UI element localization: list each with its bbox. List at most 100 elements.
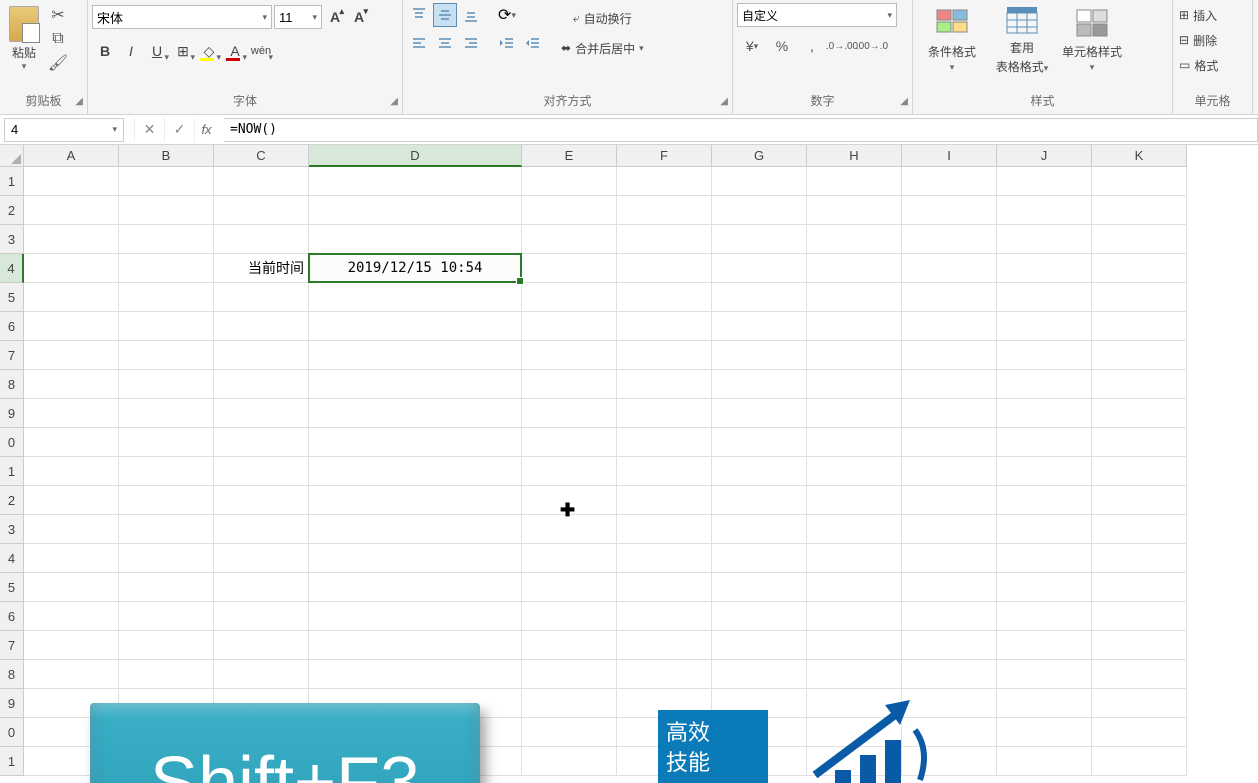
cell[interactable]	[522, 573, 617, 602]
cell[interactable]	[997, 225, 1092, 254]
cell[interactable]	[807, 196, 902, 225]
cell[interactable]	[1092, 602, 1187, 631]
row-header[interactable]: 8	[0, 660, 24, 689]
cell[interactable]	[712, 515, 807, 544]
cell[interactable]	[807, 370, 902, 399]
cell[interactable]	[997, 602, 1092, 631]
cell[interactable]	[807, 167, 902, 196]
cell[interactable]	[522, 689, 617, 718]
row-headers[interactable]: 123456789012345678901	[0, 167, 24, 776]
cell[interactable]	[712, 573, 807, 602]
cell[interactable]	[617, 399, 712, 428]
row-header[interactable]: 0	[0, 428, 24, 457]
font-name-combo[interactable]: 宋体▾	[92, 5, 272, 29]
cell[interactable]	[712, 457, 807, 486]
cell[interactable]	[997, 573, 1092, 602]
cell[interactable]	[617, 515, 712, 544]
cell[interactable]	[522, 225, 617, 254]
cell[interactable]	[24, 399, 119, 428]
cell[interactable]	[309, 573, 522, 602]
cell[interactable]	[522, 428, 617, 457]
align-top-button[interactable]	[407, 3, 431, 27]
align-left-button[interactable]	[407, 31, 431, 55]
cell[interactable]	[617, 602, 712, 631]
cell[interactable]	[309, 428, 522, 457]
cell[interactable]	[214, 631, 309, 660]
cell[interactable]	[1092, 399, 1187, 428]
cell[interactable]	[119, 486, 214, 515]
cell[interactable]	[24, 225, 119, 254]
cell[interactable]	[902, 573, 997, 602]
column-header[interactable]: K	[1092, 145, 1187, 167]
cell[interactable]	[997, 544, 1092, 573]
increase-indent-button[interactable]	[521, 31, 545, 55]
cell[interactable]	[522, 747, 617, 776]
cell[interactable]	[214, 167, 309, 196]
percent-button[interactable]: %	[767, 33, 797, 59]
cell[interactable]	[309, 370, 522, 399]
font-color-button[interactable]: A▾	[222, 38, 248, 64]
cell[interactable]	[617, 341, 712, 370]
cell[interactable]	[617, 312, 712, 341]
cell[interactable]	[309, 544, 522, 573]
cell[interactable]	[997, 312, 1092, 341]
cell[interactable]	[1092, 544, 1187, 573]
cell[interactable]	[522, 660, 617, 689]
cell[interactable]	[522, 254, 617, 283]
cell[interactable]	[902, 544, 997, 573]
cell[interactable]	[997, 254, 1092, 283]
cell[interactable]	[902, 660, 997, 689]
cell[interactable]	[997, 747, 1092, 776]
cell[interactable]	[1092, 718, 1187, 747]
cell[interactable]	[119, 312, 214, 341]
cell[interactable]	[997, 689, 1092, 718]
cell[interactable]	[522, 457, 617, 486]
cell[interactable]	[119, 196, 214, 225]
cell[interactable]	[617, 196, 712, 225]
cell[interactable]	[24, 370, 119, 399]
column-header[interactable]: E	[522, 145, 617, 167]
cell[interactable]	[902, 631, 997, 660]
cell[interactable]	[119, 167, 214, 196]
table-format-button[interactable]: 套用 表格格式▾	[987, 3, 1057, 75]
cell[interactable]	[902, 428, 997, 457]
cell[interactable]	[24, 167, 119, 196]
cell[interactable]	[997, 167, 1092, 196]
cell[interactable]	[119, 631, 214, 660]
cell[interactable]	[1092, 631, 1187, 660]
row-header[interactable]: 1	[0, 457, 24, 486]
cell[interactable]	[119, 573, 214, 602]
cell[interactable]	[522, 312, 617, 341]
cell[interactable]	[522, 283, 617, 312]
cell[interactable]	[309, 312, 522, 341]
align-right-button[interactable]	[459, 31, 483, 55]
decrease-indent-button[interactable]	[495, 31, 519, 55]
row-header[interactable]: 0	[0, 718, 24, 747]
row-header[interactable]: 2	[0, 196, 24, 225]
cell[interactable]	[214, 225, 309, 254]
name-box[interactable]: 4▾	[4, 118, 124, 142]
row-header[interactable]: 9	[0, 399, 24, 428]
cell[interactable]	[522, 544, 617, 573]
cell[interactable]	[522, 399, 617, 428]
cell[interactable]	[214, 428, 309, 457]
cell[interactable]	[119, 428, 214, 457]
dialog-launcher-icon[interactable]: ◢	[75, 96, 83, 107]
cell[interactable]	[24, 515, 119, 544]
font-size-combo[interactable]: 11▾	[274, 5, 322, 29]
cell[interactable]	[24, 602, 119, 631]
cell[interactable]	[119, 602, 214, 631]
cell[interactable]	[1092, 196, 1187, 225]
cell[interactable]	[997, 283, 1092, 312]
cell[interactable]	[997, 660, 1092, 689]
cell[interactable]	[617, 544, 712, 573]
cell[interactable]	[119, 370, 214, 399]
cell[interactable]	[997, 457, 1092, 486]
dialog-launcher-icon[interactable]: ◢	[390, 96, 398, 107]
cell[interactable]	[214, 370, 309, 399]
cell[interactable]	[214, 486, 309, 515]
cell[interactable]	[997, 196, 1092, 225]
conditional-format-button[interactable]: 条件格式▾	[917, 3, 987, 75]
cell[interactable]	[309, 283, 522, 312]
row-header[interactable]: 1	[0, 747, 24, 776]
